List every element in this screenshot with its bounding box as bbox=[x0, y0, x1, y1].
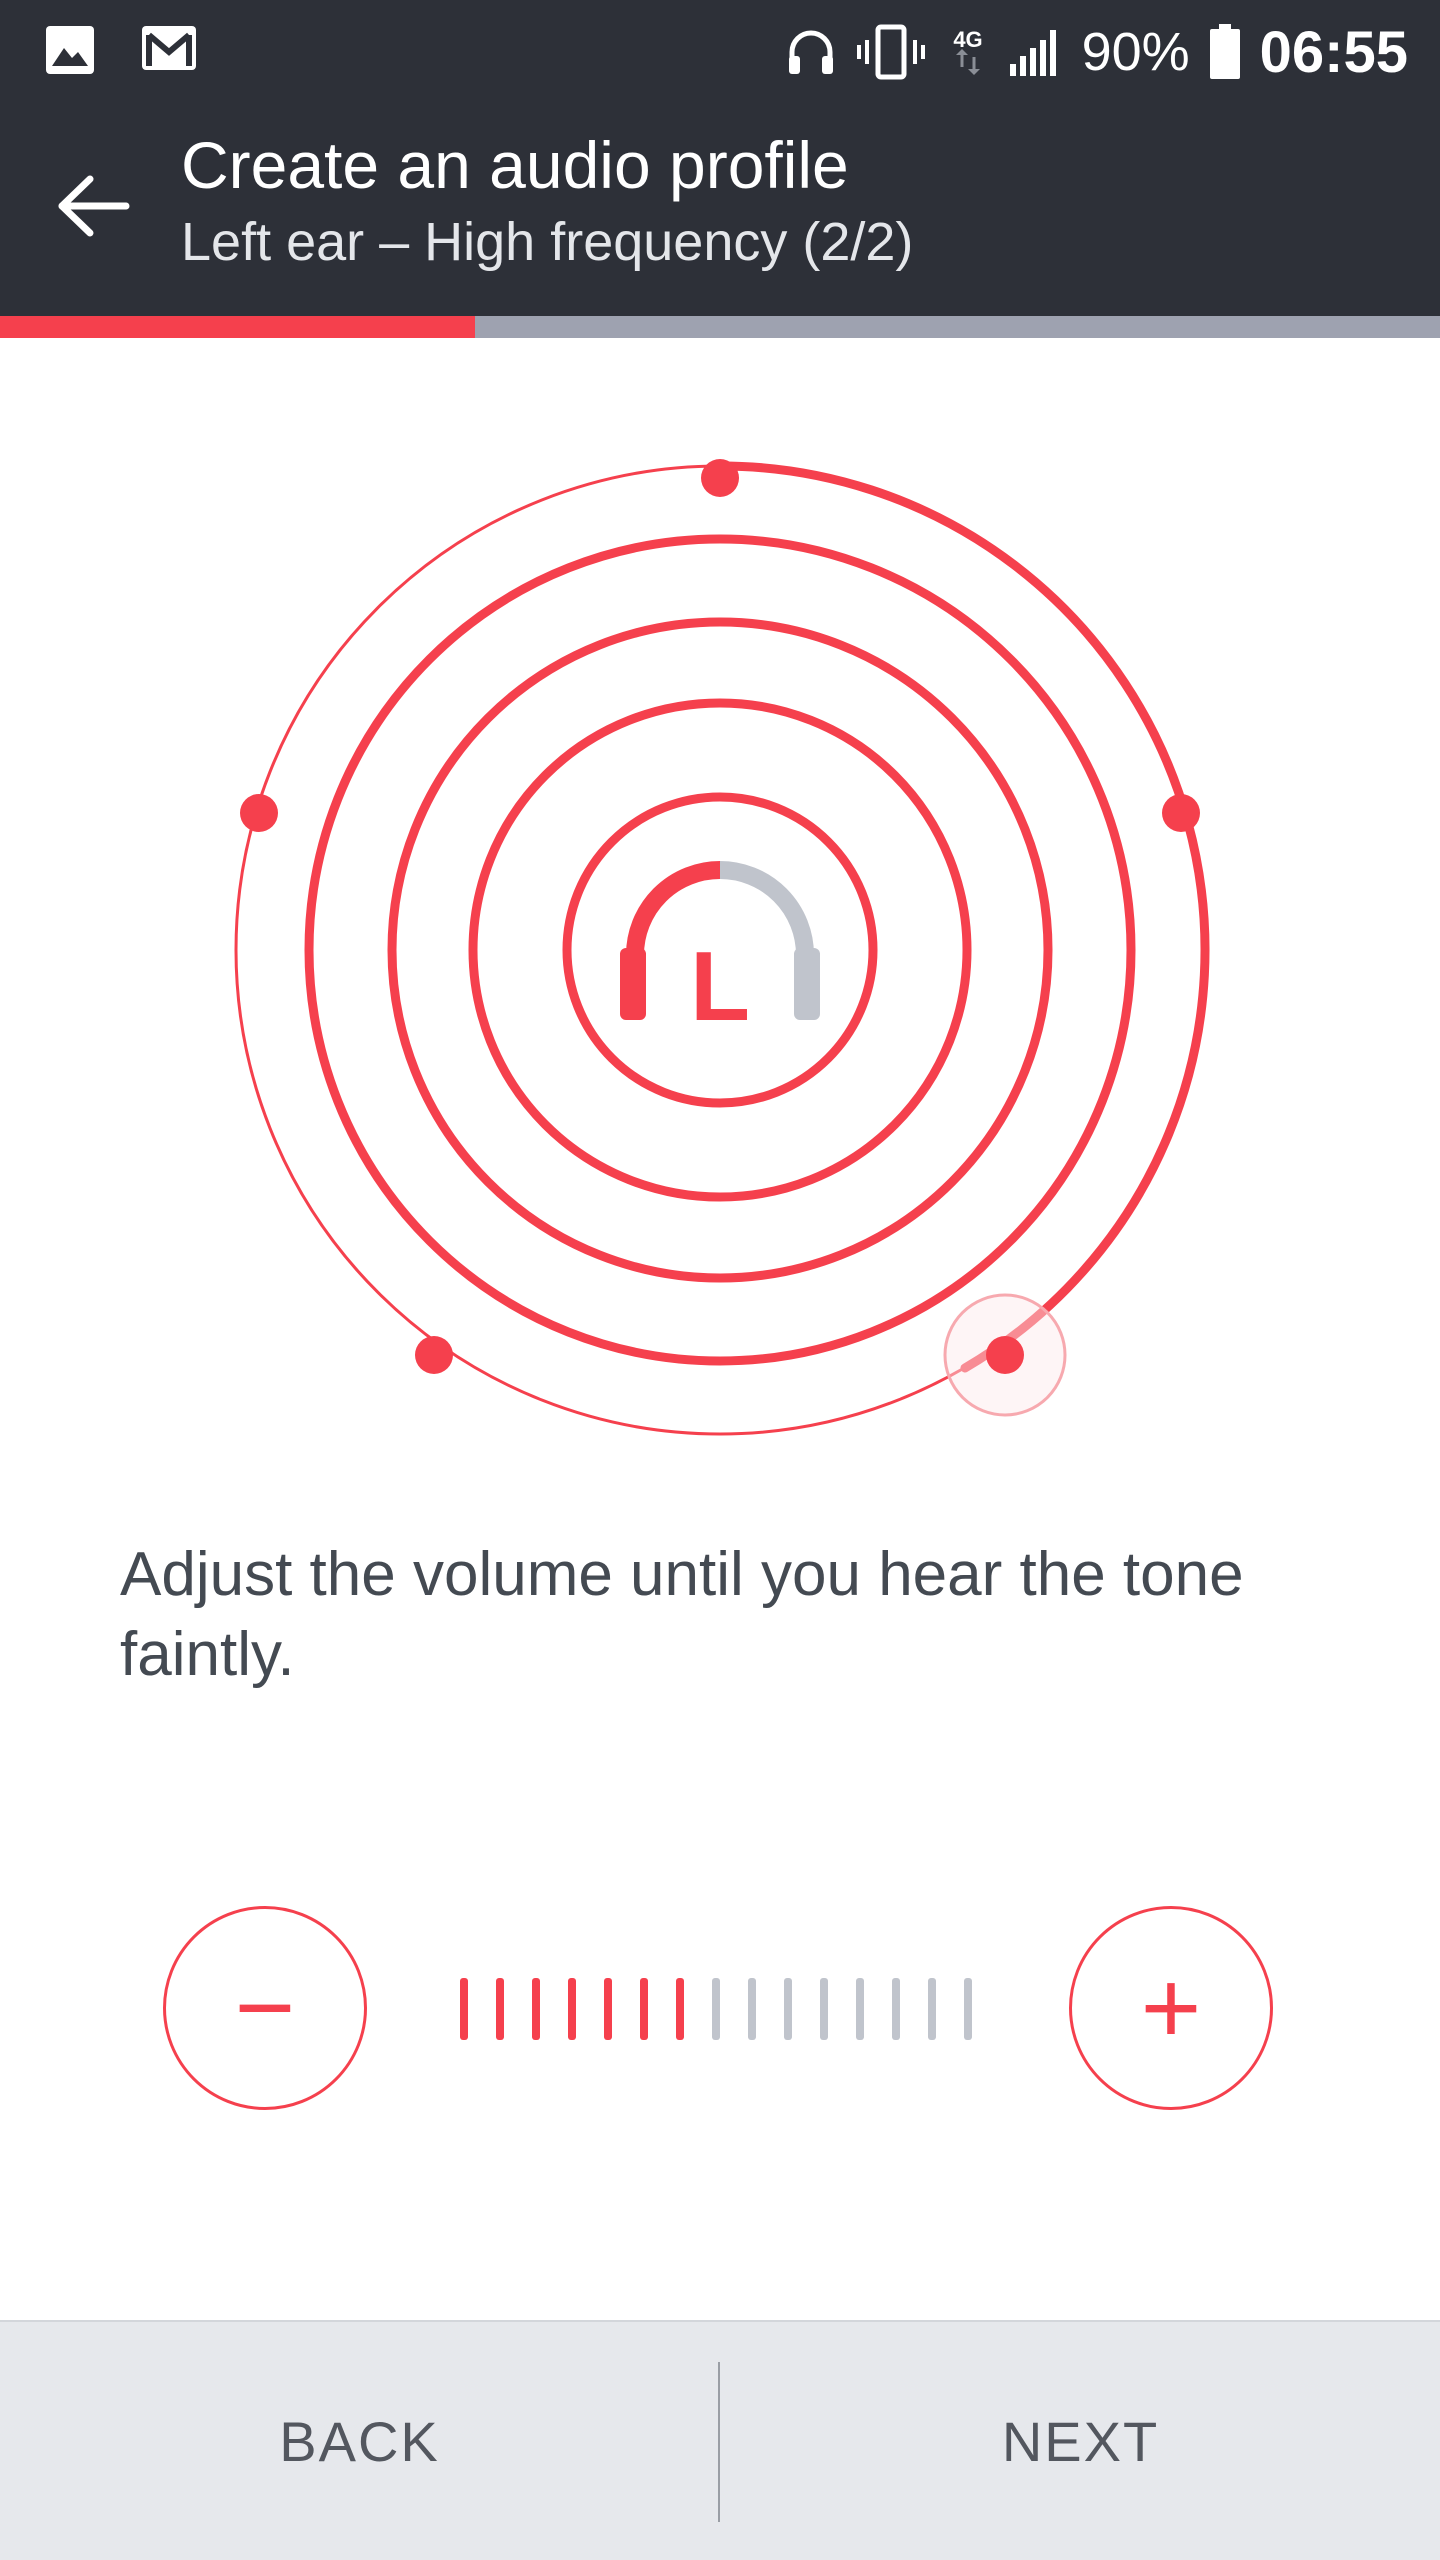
page-subtitle: Left ear – High frequency (2/2) bbox=[181, 212, 914, 272]
ring-marker-left bbox=[240, 794, 278, 832]
plus-icon: + bbox=[1140, 1950, 1202, 2066]
back-button[interactable]: BACK bbox=[0, 2322, 719, 2560]
vibrate-icon bbox=[856, 24, 925, 80]
volume-level-tick bbox=[928, 1978, 936, 2040]
step-progress-bar bbox=[0, 316, 1440, 338]
volume-level-tick bbox=[964, 1978, 972, 2040]
ring-handle[interactable] bbox=[986, 1336, 1024, 1374]
network-4g-icon: 4G bbox=[953, 27, 982, 75]
signal-icon bbox=[1009, 30, 1056, 76]
volume-level-tick bbox=[712, 1978, 720, 2040]
clock: 06:55 bbox=[1259, 19, 1408, 85]
volume-level-tick bbox=[460, 1978, 468, 2040]
volume-level-indicator bbox=[460, 1978, 980, 2040]
ring-marker-bottom-left bbox=[415, 1336, 453, 1374]
volume-level-tick bbox=[532, 1978, 540, 2040]
arrow-back-icon[interactable] bbox=[52, 171, 132, 241]
volume-up-button[interactable]: + bbox=[1069, 1906, 1273, 2110]
battery-percent: 90% bbox=[1081, 22, 1190, 82]
next-button[interactable]: NEXT bbox=[721, 2322, 1440, 2560]
ring-marker-right bbox=[1162, 794, 1200, 832]
volume-level-tick bbox=[568, 1978, 576, 2040]
volume-level-tick bbox=[496, 1978, 504, 2040]
minus-icon: − bbox=[234, 1950, 296, 2066]
ring-marker-top bbox=[701, 459, 739, 497]
bottom-action-bar: BACK NEXT bbox=[0, 2320, 1440, 2560]
page-title: Create an audio profile bbox=[181, 128, 849, 202]
volume-level-tick bbox=[820, 1978, 828, 2040]
status-bar: 4G 90% 06:55 bbox=[0, 0, 1440, 101]
gmail-icon bbox=[142, 26, 196, 70]
app-bar: Create an audio profile Left ear – High … bbox=[0, 101, 1440, 316]
volume-level-tick bbox=[784, 1978, 792, 2040]
image-icon bbox=[46, 26, 94, 74]
volume-down-button[interactable]: − bbox=[163, 1906, 367, 2110]
headphones-icon bbox=[788, 30, 833, 74]
hearing-test-visual: L bbox=[234, 459, 1210, 1436]
volume-level-tick bbox=[676, 1978, 684, 2040]
network-label: 4G bbox=[953, 27, 982, 52]
bottom-bar-divider bbox=[718, 2362, 720, 2522]
volume-level-tick bbox=[892, 1978, 900, 2040]
ear-letter: L bbox=[690, 931, 750, 1041]
volume-level-tick bbox=[604, 1978, 612, 2040]
instruction-text: Adjust the volume until you hear the ton… bbox=[120, 1540, 1244, 1689]
volume-level-tick bbox=[856, 1978, 864, 2040]
volume-level-tick bbox=[748, 1978, 756, 2040]
volume-level-tick bbox=[640, 1978, 648, 2040]
step-progress-fill bbox=[0, 316, 476, 338]
battery-icon bbox=[1209, 24, 1240, 79]
